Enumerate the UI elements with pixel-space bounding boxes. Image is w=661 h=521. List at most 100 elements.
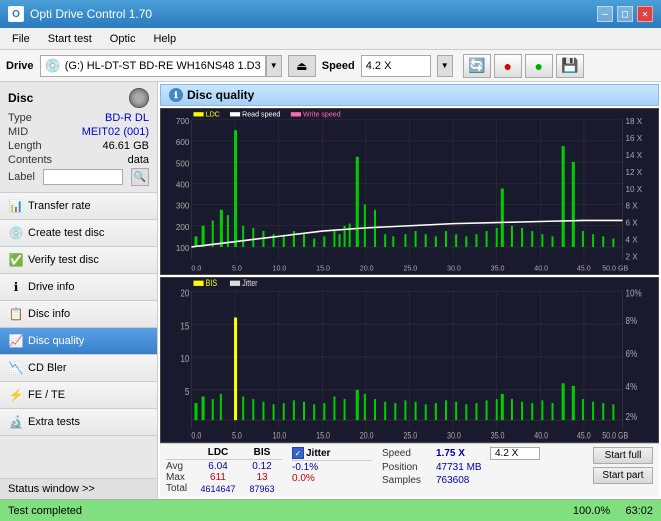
status-window-button[interactable]: Status window >> bbox=[0, 478, 157, 499]
svg-text:200: 200 bbox=[176, 222, 190, 232]
ldc-avg: 6.04 bbox=[198, 461, 238, 472]
drive-bar: Drive 💿 (G:) HL-DT-ST BD-RE WH16NS48 1.D… bbox=[0, 50, 661, 82]
total-label: Total bbox=[166, 483, 194, 494]
svg-text:Write speed: Write speed bbox=[303, 109, 341, 118]
svg-text:0.0: 0.0 bbox=[191, 430, 201, 440]
top-chart-svg: 700 600 500 400 300 200 100 18 X 16 X 14… bbox=[161, 109, 658, 274]
sidebar-item-drive-info[interactable]: ℹ Drive info bbox=[0, 274, 157, 301]
svg-text:10.0: 10.0 bbox=[273, 430, 287, 440]
svg-text:400: 400 bbox=[176, 179, 190, 189]
svg-text:40.0: 40.0 bbox=[534, 263, 548, 272]
length-val: 46.61 GB bbox=[103, 140, 149, 152]
sidebar-item-fe-te[interactable]: ⚡ FE / TE bbox=[0, 382, 157, 409]
speed-select[interactable]: 4.2 X bbox=[361, 55, 431, 77]
ldc-total: 4614647 bbox=[198, 484, 238, 494]
sidebar-item-extra-tests[interactable]: 🔬 Extra tests bbox=[0, 409, 157, 436]
svg-text:100: 100 bbox=[176, 243, 190, 253]
svg-text:4 X: 4 X bbox=[626, 235, 639, 245]
speed-select-display[interactable]: 4.2 X bbox=[490, 447, 540, 460]
svg-text:30.0: 30.0 bbox=[447, 263, 461, 272]
create-test-disc-icon: 💿 bbox=[8, 225, 24, 241]
length-key: Length bbox=[8, 140, 42, 152]
svg-text:LDC: LDC bbox=[206, 109, 220, 118]
svg-text:15: 15 bbox=[180, 319, 189, 331]
menu-help[interactable]: Help bbox=[145, 31, 184, 47]
svg-text:35.0: 35.0 bbox=[491, 430, 505, 440]
drive-select[interactable]: 💿 (G:) HL-DT-ST BD-RE WH16NS48 1.D3 bbox=[40, 55, 266, 77]
nav-label-create: Create test disc bbox=[28, 227, 104, 239]
svg-text:10.0: 10.0 bbox=[273, 263, 287, 272]
sidebar-item-create-test-disc[interactable]: 💿 Create test disc bbox=[0, 220, 157, 247]
title-bar-controls: — □ ✕ bbox=[597, 6, 653, 22]
disc-red-icon[interactable]: ● bbox=[494, 54, 522, 78]
sidebar-item-disc-quality[interactable]: 📈 Disc quality bbox=[0, 328, 157, 355]
jitter-checkbox[interactable]: ✓ bbox=[292, 447, 304, 459]
sidebar-item-cd-bler[interactable]: 📉 CD Bler bbox=[0, 355, 157, 382]
maximize-button[interactable]: □ bbox=[617, 6, 633, 22]
svg-text:600: 600 bbox=[176, 137, 190, 147]
sidebar: Disc Type BD-R DL MID MEIT02 (001) Lengt… bbox=[0, 82, 158, 499]
refresh-icon[interactable]: 🔄 bbox=[463, 54, 491, 78]
charts-wrapper: 700 600 500 400 300 200 100 18 X 16 X 14… bbox=[160, 108, 659, 443]
sidebar-item-verify-test-disc[interactable]: ✅ Verify test disc bbox=[0, 247, 157, 274]
menu-file[interactable]: File bbox=[4, 31, 38, 47]
progress-percent: 100.0% 63:02 bbox=[573, 505, 653, 517]
start-part-button[interactable]: Start part bbox=[593, 467, 653, 484]
svg-text:30.0: 30.0 bbox=[447, 430, 461, 440]
contents-val: data bbox=[128, 154, 149, 166]
drive-dropdown-arrow[interactable]: ▼ bbox=[266, 55, 282, 77]
speed-key: Speed bbox=[382, 448, 432, 459]
max-label: Max bbox=[166, 472, 194, 483]
status-window-label: Status window >> bbox=[8, 483, 95, 495]
nav-label-disc-info: Disc info bbox=[28, 308, 70, 320]
menu-optic[interactable]: Optic bbox=[102, 31, 144, 47]
nav-label-fe-te: FE / TE bbox=[28, 389, 65, 401]
svg-text:5: 5 bbox=[185, 385, 190, 397]
start-full-button[interactable]: Start full bbox=[593, 447, 653, 464]
verify-test-disc-icon: ✅ bbox=[8, 252, 24, 268]
eject-button[interactable]: ⏏ bbox=[288, 55, 316, 77]
label-icon-button[interactable]: 🔍 bbox=[131, 168, 149, 186]
disc-quality-icon-header: ℹ bbox=[169, 88, 183, 102]
svg-text:2%: 2% bbox=[626, 410, 638, 422]
minimize-button[interactable]: — bbox=[597, 6, 613, 22]
bis-total: 87963 bbox=[242, 484, 282, 494]
top-chart: 700 600 500 400 300 200 100 18 X 16 X 14… bbox=[160, 108, 659, 275]
svg-text:25.0: 25.0 bbox=[403, 263, 417, 272]
drive-name: (G:) HL-DT-ST BD-RE WH16NS48 1.D3 bbox=[65, 60, 261, 72]
ldc-max: 611 bbox=[198, 472, 238, 483]
svg-text:2 X: 2 X bbox=[626, 252, 639, 262]
title-bar: O Opti Drive Control 1.70 — □ ✕ bbox=[0, 0, 661, 28]
svg-text:40.0: 40.0 bbox=[534, 430, 548, 440]
svg-text:5.0: 5.0 bbox=[232, 430, 242, 440]
svg-text:4%: 4% bbox=[626, 379, 638, 391]
bis-header: BIS bbox=[242, 447, 282, 458]
svg-text:BIS: BIS bbox=[206, 278, 218, 288]
bis-max: 13 bbox=[242, 472, 282, 483]
cd-bler-icon: 📉 bbox=[8, 360, 24, 376]
samples-val: 763608 bbox=[436, 475, 536, 486]
nav-label-transfer: Transfer rate bbox=[28, 200, 91, 212]
svg-text:8%: 8% bbox=[626, 313, 638, 325]
disc-green-icon[interactable]: ● bbox=[525, 54, 553, 78]
svg-text:20.0: 20.0 bbox=[360, 263, 374, 272]
close-button[interactable]: ✕ bbox=[637, 6, 653, 22]
sidebar-item-transfer-rate[interactable]: 📊 Transfer rate bbox=[0, 193, 157, 220]
toolbar-icons: 🔄 ● ● 💾 bbox=[463, 54, 584, 78]
label-input[interactable] bbox=[43, 169, 123, 185]
jitter-header: Jitter bbox=[306, 448, 330, 459]
speed-val: 1.75 X bbox=[436, 448, 486, 459]
drive-label: Drive bbox=[6, 60, 34, 72]
disc-quality-title: Disc quality bbox=[187, 88, 254, 102]
progress-bar-container: Test completed 100.0% 63:02 bbox=[0, 499, 661, 521]
speed-dropdown-arrow[interactable]: ▼ bbox=[437, 55, 453, 77]
bis-avg: 0.12 bbox=[242, 461, 282, 472]
jitter-max: 0.0% bbox=[292, 473, 372, 484]
avg-label: Avg bbox=[166, 461, 194, 472]
svg-text:10: 10 bbox=[180, 352, 189, 364]
sidebar-item-disc-info[interactable]: 📋 Disc info bbox=[0, 301, 157, 328]
menu-starttest[interactable]: Start test bbox=[40, 31, 100, 47]
nav-label-drive-info: Drive info bbox=[28, 281, 74, 293]
nav-label-disc-quality: Disc quality bbox=[28, 335, 84, 347]
save-icon[interactable]: 💾 bbox=[556, 54, 584, 78]
